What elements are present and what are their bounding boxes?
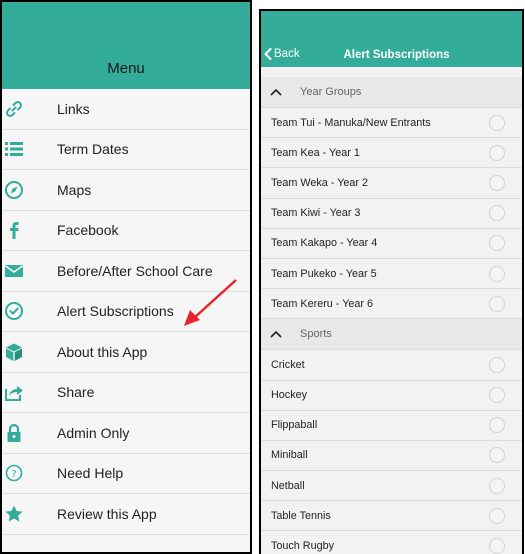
list-item[interactable]: Touch Rugby xyxy=(261,531,522,554)
list-item[interactable]: Miniball xyxy=(261,440,522,472)
menu-item-label: Admin Only xyxy=(57,424,130,441)
subscription-radio[interactable] xyxy=(489,205,505,222)
subscription-radio[interactable] xyxy=(489,235,505,252)
list-item-label: Team Tui - Manuka/New Entrants xyxy=(271,116,431,129)
menu-item-label: Share xyxy=(57,384,95,401)
list-item-label: Team Pukeko - Year 5 xyxy=(271,267,377,280)
chevron-up-icon xyxy=(270,88,292,96)
section-header-sports[interactable]: Sports xyxy=(261,319,522,351)
list-item-label: Team Kakapo - Year 4 xyxy=(271,237,378,250)
list-item[interactable]: Team Weka - Year 2 xyxy=(261,168,522,199)
menu-screen: Menu Links Term Dates Maps Facebook Befo… xyxy=(0,0,252,554)
menu-item-label: Need Help xyxy=(57,465,124,482)
subscriptions-header-bar: Back Alert Subscriptions xyxy=(261,11,522,67)
subscription-radio[interactable] xyxy=(489,114,505,131)
list-item-label: Flippaball xyxy=(271,419,318,432)
list-item[interactable]: Cricket xyxy=(261,350,522,381)
svg-text:?: ? xyxy=(11,469,16,480)
menu-item-label: Facebook xyxy=(57,222,119,239)
subscription-radio[interactable] xyxy=(489,477,505,494)
list-item-label: Miniball xyxy=(271,449,308,462)
menu-item-review-this-app[interactable]: Review this App xyxy=(2,494,250,535)
subscription-radio[interactable] xyxy=(489,144,505,161)
help-circle-icon: ? xyxy=(4,463,24,483)
menu-item-admin-only[interactable]: Admin Only xyxy=(2,413,250,454)
menu-item-need-help[interactable]: ? Need Help xyxy=(2,454,250,494)
menu-header-bar: Menu xyxy=(2,2,250,89)
menu-item-label: Maps xyxy=(57,181,92,198)
list-item[interactable]: Team Kiwi - Year 3 xyxy=(261,198,522,229)
menu-item-maps[interactable]: Maps xyxy=(2,170,250,211)
menu-item-share[interactable]: Share xyxy=(2,373,250,413)
list-item[interactable]: Team Kea - Year 1 xyxy=(261,138,522,169)
list-item[interactable]: Hockey xyxy=(261,380,522,411)
list-item[interactable]: Table Tennis xyxy=(261,501,522,532)
cube-icon xyxy=(4,342,24,362)
star-icon xyxy=(4,504,24,524)
list-item-label: Touch Rugby xyxy=(271,540,335,553)
subscription-radio[interactable] xyxy=(489,265,505,282)
menu-item-label: Links xyxy=(57,100,90,117)
envelope-icon xyxy=(4,261,24,281)
section-title: Year Groups xyxy=(300,86,362,98)
subscription-radio[interactable] xyxy=(489,387,505,404)
menu-item-label: Alert Subscriptions xyxy=(57,303,174,320)
list-item-label: Cricket xyxy=(271,358,305,371)
list-item-label: Team Kea - Year 1 xyxy=(271,146,360,159)
list-item-label: Team Weka - Year 2 xyxy=(271,176,369,189)
menu-item-links[interactable]: Links xyxy=(2,89,250,130)
list-item[interactable]: Netball xyxy=(261,471,522,502)
subscriptions-list: Year Groups Team Tui - Manuka/New Entran… xyxy=(261,77,522,554)
list-item-label: Team Kiwi - Year 3 xyxy=(271,207,361,220)
list-item[interactable]: Team Pukeko - Year 5 xyxy=(261,258,522,290)
annotation-arrow xyxy=(184,279,237,326)
section-header-year-groups[interactable]: Year Groups xyxy=(261,77,522,108)
subscription-radio[interactable] xyxy=(489,507,505,524)
menu-item-label: Before/After School Care xyxy=(57,262,213,279)
section-title: Sports xyxy=(300,328,332,341)
subscription-radio[interactable] xyxy=(489,417,505,434)
list-item-label: Table Tennis xyxy=(271,509,331,522)
subscription-radio[interactable] xyxy=(489,538,505,554)
list-item[interactable]: Team Tui - Manuka/New Entrants xyxy=(261,108,522,139)
subscription-radio[interactable] xyxy=(489,447,505,464)
list-item[interactable]: Flippaball xyxy=(261,410,522,441)
menu-item-about-this-app[interactable]: About this App xyxy=(2,332,250,373)
subscription-radio[interactable] xyxy=(489,174,505,191)
list-item[interactable]: Team Kakapo - Year 4 xyxy=(261,228,522,259)
menu-item-label: Review this App xyxy=(57,505,157,522)
chevron-up-icon xyxy=(270,330,292,338)
compass-icon xyxy=(4,180,24,200)
subscription-radio[interactable] xyxy=(489,295,505,312)
lock-icon xyxy=(4,423,24,443)
menu-item-label: Term Dates xyxy=(57,141,129,158)
menu-title: Menu xyxy=(107,60,145,77)
menu-item-term-dates[interactable]: Term Dates xyxy=(2,130,250,170)
alert-subscriptions-screen: Back Alert Subscriptions Year Groups Tea… xyxy=(259,9,524,554)
check-circle-icon xyxy=(4,301,24,321)
list-item-label: Hockey xyxy=(271,389,308,402)
link-icon xyxy=(4,99,24,119)
menu-item-facebook[interactable]: Facebook xyxy=(2,211,250,251)
list-icon xyxy=(4,139,24,159)
list-item-label: Team Kereru - Year 6 xyxy=(271,297,374,310)
page-title: Alert Subscriptions xyxy=(343,49,450,61)
share-icon xyxy=(4,382,24,402)
list-item-label: Netball xyxy=(271,479,305,492)
facebook-icon xyxy=(4,220,24,240)
list-item[interactable]: Team Kereru - Year 6 xyxy=(261,289,522,320)
menu-item-label: About this App xyxy=(57,343,148,360)
subscription-radio[interactable] xyxy=(489,356,505,373)
